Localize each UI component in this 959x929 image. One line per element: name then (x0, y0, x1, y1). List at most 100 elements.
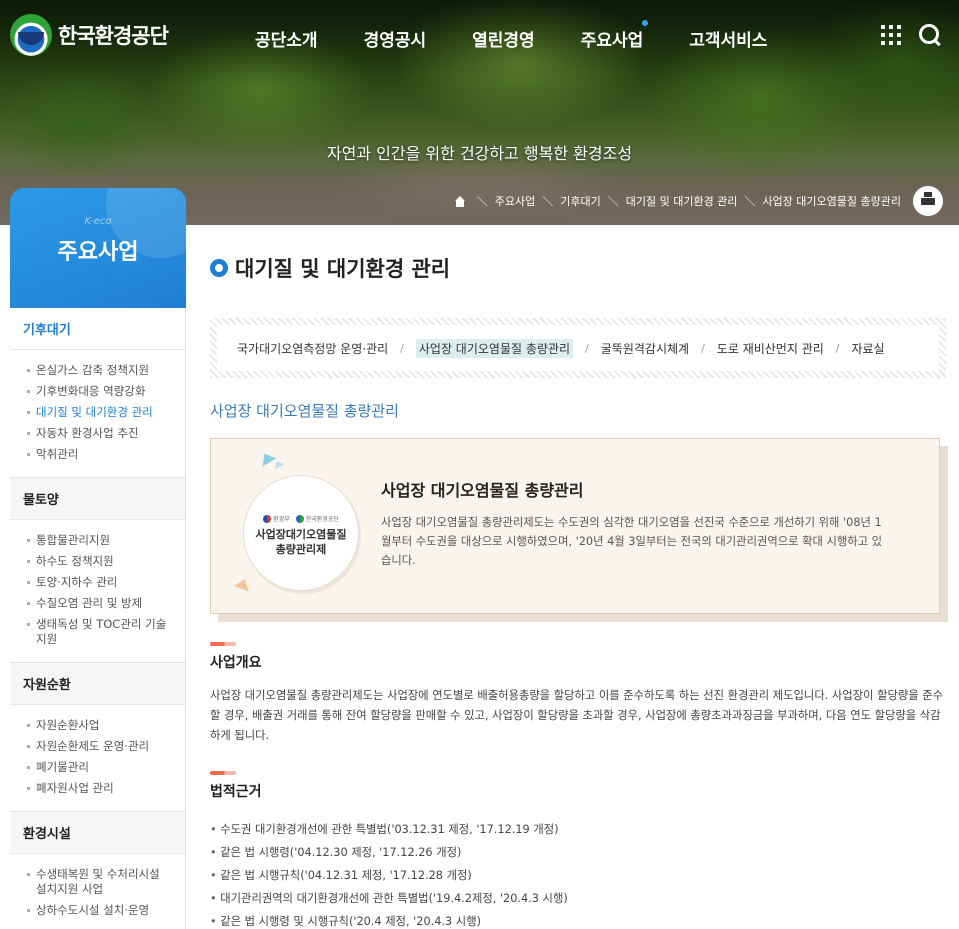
sidebar-item-active[interactable]: 대기질 및 대기환경 관리 (10, 402, 185, 423)
sidebar-item[interactable]: 기후변화대응 역량강화 (10, 381, 185, 402)
breadcrumb-separator: ＼ (542, 195, 554, 208)
sidebar-item[interactable]: 상하수도시설 설치·운영 (10, 900, 185, 921)
breadcrumb-item-1[interactable]: 주요사업 (495, 193, 535, 209)
legal-basis-heading: 법적근거 (210, 784, 262, 800)
print-icon (921, 192, 935, 207)
logo-emblem-icon (10, 14, 52, 56)
global-nav: 공단소개 경영공시 열린경영 주요사업 고객서비스 (232, 20, 790, 51)
site-logo[interactable]: 한국환경공단 (10, 14, 169, 56)
tab-stack-tms[interactable]: 굴뚝원격감시체계 (601, 340, 689, 357)
sidebar-group-facilities: 환경시설 수생태복원 및 수처리시설 설치지원 사업 상하수도시설 설치·운영 (10, 812, 185, 929)
decorative-triangle-icon (272, 458, 284, 470)
sidebar-item[interactable]: 온실가스 감축 정책지원 (10, 360, 185, 381)
page-title-text: 대기질 및 대기환경 관리 (235, 257, 451, 281)
sidebar-group-items: 온실가스 감축 정책지원 기후변화대응 역량강화 대기질 및 대기환경 관리 자… (10, 350, 185, 477)
logo-text: 한국환경공단 (58, 24, 169, 48)
hero-slogan: 자연과 인간을 위한 건강하고 행복한 환경조성 (326, 144, 633, 163)
sidebar-group-title[interactable]: 물토양 (10, 478, 185, 520)
sidebar-item[interactable]: 수생태복원 및 수처리시설 설치지원 사업 (10, 864, 185, 900)
gnb-label-main-business: 주요사업 (580, 31, 644, 51)
tab-road-dust[interactable]: 도로 재비산먼지 관리 (717, 340, 824, 357)
breadcrumb-item-3[interactable]: 대기질 및 대기환경 관리 (626, 193, 738, 209)
intro-box: 환경부 한국환경공단 사업장대기오염물질 총량관리제 사업장 대기오염물질 총량… (210, 438, 940, 614)
sidebar-item[interactable]: 폐자원사업 관리 (10, 778, 185, 799)
tab-separator: / (835, 341, 840, 355)
sidebar-menu: 기후대기 온실가스 감축 정책지원 기후변화대응 역량강화 대기질 및 대기환경… (10, 308, 186, 929)
keco-emblem-icon (295, 514, 304, 523)
breadcrumb-separator: ＼ (744, 195, 756, 208)
keco-logo-text: 한국환경공단 (305, 516, 339, 523)
sidebar-title: 주요사업 (57, 240, 139, 265)
sidebar-item[interactable]: 토양·지하수 관리 (10, 572, 185, 593)
home-icon[interactable] (454, 195, 466, 207)
list-item: 같은 법 시행령 및 시행규칙('20.4 제정, '20.4.3 시행) (210, 910, 948, 929)
gnb-item-disclosure[interactable]: 경영공시 (341, 26, 450, 51)
breadcrumb: ＼ 주요사업 ＼ 기후대기 ＼ 대기질 및 대기환경 관리 ＼ 사업장 대기오염… (454, 193, 901, 209)
sidebar-group-recycling: 자원순환 자원순환사업 자원순환제도 운영·관리 폐기물관리 폐자원사업 관리 (10, 663, 185, 812)
list-item: 같은 법 시행령('04.12.30 제정, '17.12.26 개정) (210, 841, 948, 864)
search-icon[interactable] (919, 24, 941, 46)
sidebar-group-water-soil: 물토양 통합물관리지원 하수도 정책지원 토양·지하수 관리 수질오염 관리 및… (10, 478, 185, 663)
sub-tabs: 국가대기오염측정망 운영·관리 / 사업장 대기오염물질 총량관리 / 굴뚝원격… (217, 325, 939, 371)
sidebar-group-title[interactable]: 환경시설 (10, 812, 185, 854)
ministry-emblem-icon (263, 514, 272, 523)
gnb-item-main-business[interactable]: 주요사업 (558, 20, 667, 51)
breadcrumb-separator: ＼ (476, 195, 488, 208)
breadcrumb-separator: ＼ (607, 195, 619, 208)
title-bullet-icon (210, 259, 228, 277)
list-item: 수도권 대기환경개선에 관한 특별법('03.12.31 제정, '17.12.… (210, 818, 948, 841)
utility-menu (881, 24, 941, 46)
sidebar-item[interactable]: 생태독성 및 TOC관리 기술지원 (10, 614, 185, 650)
badge-text-line-1: 사업장대기오염물질 (255, 528, 347, 541)
gnb-item-open-management[interactable]: 열린경영 (449, 26, 558, 51)
tab-air-monitoring[interactable]: 국가대기오염측정망 운영·관리 (237, 340, 388, 357)
heading-accent-bar (210, 642, 236, 646)
section-title: 사업장 대기오염물질 총량관리 (210, 402, 399, 420)
print-button[interactable] (913, 186, 943, 216)
ministry-logo: 환경부 (263, 514, 290, 523)
all-menu-grid-icon[interactable] (881, 25, 901, 45)
tab-separator: / (585, 341, 589, 355)
sidebar-item[interactable]: 폐기물관리 (10, 757, 185, 778)
sidebar-item[interactable]: 악취관리 (10, 444, 185, 465)
ministry-logo-text: 환경부 (273, 516, 290, 523)
sidebar-header: K-eco 주요사업 (10, 188, 186, 308)
intro-title: 사업장 대기오염물질 총량관리 (381, 481, 584, 500)
gnb-item-about[interactable]: 공단소개 (232, 26, 341, 51)
intro-description: 사업장 대기오염물질 총량관리제도는 수도권의 심각한 대기오염을 선진국 수준… (381, 516, 883, 567)
overview-heading: 사업개요 (210, 655, 262, 671)
page-title: 대기질 및 대기환경 관리 (210, 253, 450, 283)
tab-emission-cap[interactable]: 사업장 대기오염물질 총량관리 (415, 338, 574, 358)
gnb-item-customer-service[interactable]: 고객서비스 (666, 26, 790, 51)
tab-separator: / (400, 341, 404, 355)
tab-archive[interactable]: 자료실 (852, 340, 885, 357)
breadcrumb-item-4[interactable]: 사업장 대기오염물질 총량관리 (762, 193, 901, 209)
sidebar-item[interactable]: 통합물관리지원 (10, 530, 185, 551)
tab-separator: / (701, 341, 705, 355)
decorative-triangle-icon (233, 576, 253, 592)
keco-logo: 한국환경공단 (295, 514, 339, 523)
sidebar-item[interactable]: 자동차 환경사업 추진 (10, 423, 185, 444)
sidebar-group-items: 수생태복원 및 수처리시설 설치지원 사업 상하수도시설 설치·운영 (10, 854, 185, 929)
sidebar-group-title[interactable]: 자원순환 (10, 663, 185, 705)
badge-logos: 환경부 한국환경공단 (244, 514, 358, 523)
sidebar-item[interactable]: 하수도 정책지원 (10, 551, 185, 572)
sidebar-sub-label: K-eco (84, 216, 112, 227)
active-dot-icon (642, 20, 649, 26)
sub-tab-box: 국가대기오염측정망 운영·관리 / 사업장 대기오염물질 총량관리 / 굴뚝원격… (210, 318, 946, 378)
badge-text-line-2: 총량관리제 (275, 543, 327, 556)
heading-accent-bar (210, 771, 236, 775)
sidebar-group-title[interactable]: 기후대기 (10, 308, 185, 350)
list-item: 같은 법 시행규칙('04.12.31 제정, '17.12.28 개정) (210, 864, 948, 887)
sidebar-item[interactable]: 자원순환사업 (10, 715, 185, 736)
overview-paragraph: 사업장 대기오염물질 총량관리제도는 사업장에 연도별로 배출허용총량을 할당하… (210, 689, 944, 742)
legal-basis-list: 수도권 대기환경개선에 관한 특별법('03.12.31 제정, '17.12.… (210, 818, 948, 929)
list-item: 대기관리권역의 대기환경개선에 관한 특별법('19.4.2제정, '20.4.… (210, 887, 948, 910)
sidebar-group-items: 통합물관리지원 하수도 정책지원 토양·지하수 관리 수질오염 관리 및 방제 … (10, 520, 185, 662)
sidebar-item[interactable]: 자원순환제도 운영·관리 (10, 736, 185, 757)
program-badge: 환경부 한국환경공단 사업장대기오염물질 총량관리제 (243, 475, 359, 591)
breadcrumb-item-2[interactable]: 기후대기 (560, 193, 600, 209)
sidebar-item[interactable]: 수질오염 관리 및 방제 (10, 593, 185, 614)
sidebar-group-items: 자원순환사업 자원순환제도 운영·관리 폐기물관리 폐자원사업 관리 (10, 705, 185, 811)
sidebar-group-climate: 기후대기 온실가스 감축 정책지원 기후변화대응 역량강화 대기질 및 대기환경… (10, 308, 185, 478)
